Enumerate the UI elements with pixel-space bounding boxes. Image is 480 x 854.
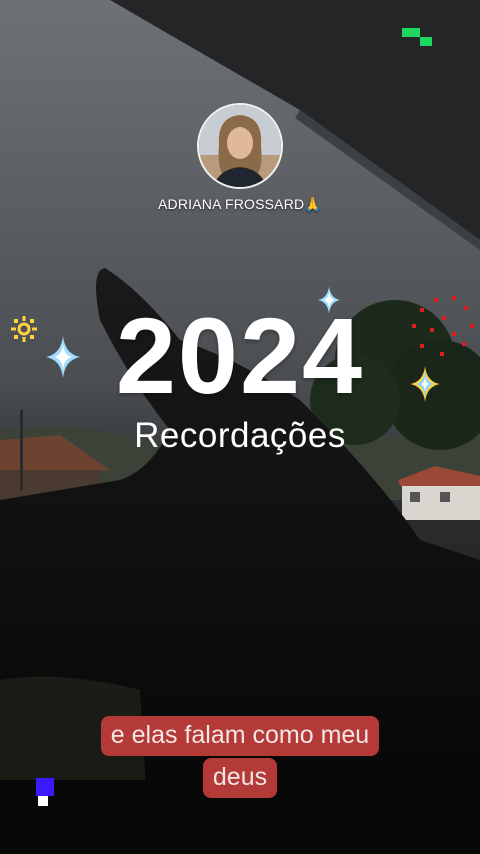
blue-corner-marker-icon <box>36 778 54 806</box>
video-caption: e elas falam como meu deus <box>60 716 420 798</box>
year-title: 2024 <box>115 295 365 416</box>
green-corner-marker-icon <box>402 28 432 46</box>
sun-sticker-icon <box>11 316 37 342</box>
avatar-photo <box>199 105 281 187</box>
caption-line-1: e elas falam como meu <box>100 716 380 756</box>
profile-name[interactable]: ADRIANA FROSSARD🙏 <box>100 196 380 213</box>
praying-hands-emoji: 🙏 <box>304 196 322 212</box>
profile-name-text: ADRIANA FROSSARD <box>158 196 305 212</box>
profile-avatar[interactable] <box>197 103 283 189</box>
caption-line-2: deus <box>202 758 278 798</box>
story-viewer: ADRIANA FROSSARD🙏 2024 Recordações e ela… <box>0 0 480 854</box>
memories-subtitle: Recordações <box>134 416 346 455</box>
